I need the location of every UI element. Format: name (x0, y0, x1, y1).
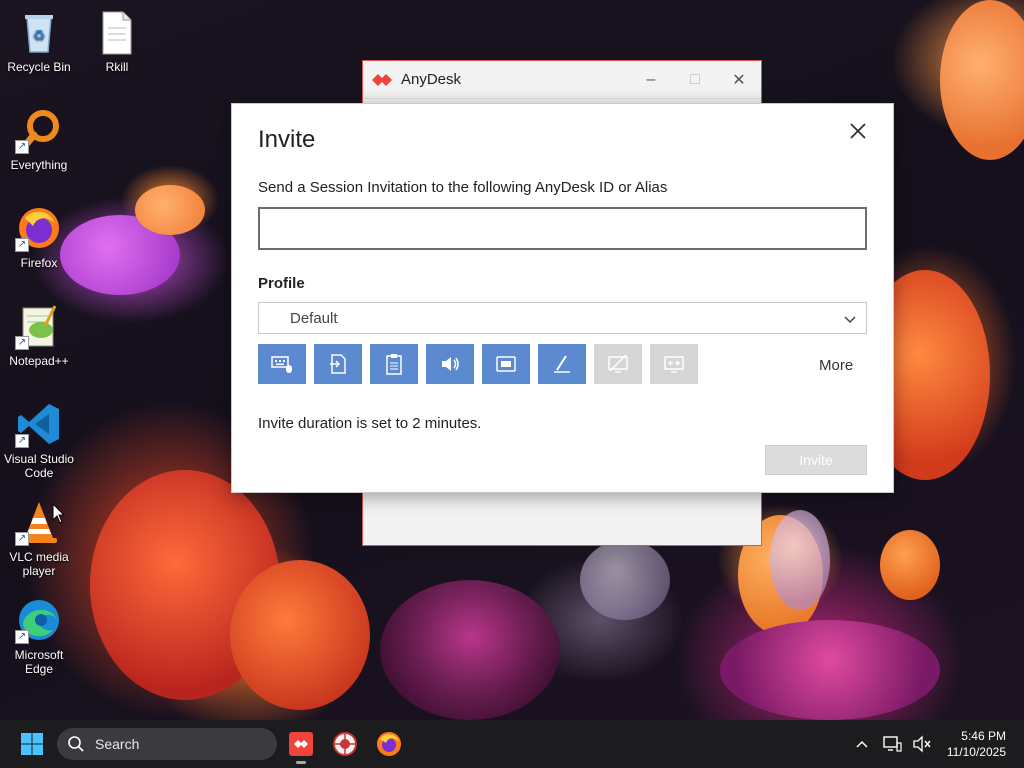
taskbar-search[interactable]: Search (57, 728, 277, 760)
vscode-icon: ↗ (15, 400, 63, 448)
invite-button[interactable]: Invite (765, 445, 867, 475)
file-transfer-icon (330, 354, 346, 374)
close-icon[interactable] (847, 120, 869, 142)
desktop-icon-label: Recycle Bin (7, 60, 71, 74)
svg-text:♻: ♻ (33, 28, 46, 44)
desktop-icon-edge[interactable]: ↗ Microsoft Edge (1, 596, 77, 676)
wallpaper-shape (880, 530, 940, 600)
desktop-icon-rkill[interactable]: Rkill (79, 8, 155, 74)
anydesk-id-input[interactable] (258, 207, 867, 250)
wallpaper-shape (580, 540, 670, 620)
taskbar-anydesk[interactable] (287, 730, 315, 764)
wallpaper-shape (380, 580, 560, 720)
keyboard-mouse-permission-button[interactable] (258, 344, 306, 384)
system-clock[interactable]: 5:46 PM 11/10/2025 (947, 728, 1006, 760)
desktop-icon-label: Microsoft Edge (14, 648, 64, 676)
anydesk-window-title: AnyDesk (401, 71, 462, 88)
desktop-icon-firefox[interactable]: ↗ Firefox (1, 204, 77, 270)
firefox-icon: ↗ (15, 204, 63, 252)
magnifier-icon: ↗ (15, 106, 63, 154)
keyboard-mouse-icon (271, 356, 292, 373)
screen-record-icon (496, 356, 516, 372)
clipboard-icon (386, 354, 402, 375)
search-icon (68, 736, 84, 752)
desktop-icon-notepad-plus-plus[interactable]: ↗ Notepad++ (1, 302, 77, 368)
search-placeholder: Search (95, 736, 140, 752)
clock-date: 11/10/2025 (946, 745, 1006, 759)
wallpaper-shape (720, 620, 940, 720)
shortcut-arrow-icon: ↗ (15, 630, 29, 644)
desktop-icon-vscode[interactable]: ↗ Visual Studio Code (1, 400, 77, 480)
invite-duration-text: Invite duration is set to 2 minutes. (258, 415, 482, 432)
privacy-screen-icon (608, 354, 628, 373)
pen-icon (554, 355, 570, 373)
anydesk-titlebar[interactable]: AnyDesk – □ ✕ (363, 61, 761, 99)
wallpaper-shape (940, 0, 1024, 160)
whiteboard-permission-button[interactable] (538, 344, 586, 384)
permission-toolbar (258, 344, 698, 384)
id-field-label: Send a Session Invitation to the followi… (258, 179, 668, 196)
wallpaper-shape (135, 185, 205, 235)
desktop-icon-label: Firefox (20, 256, 58, 270)
speaker-icon (442, 357, 459, 371)
profile-select-value: Default (290, 309, 338, 327)
active-indicator (296, 761, 306, 764)
volume-muted-icon[interactable] (911, 733, 933, 755)
invite-dialog: Invite Send a Session Invitation to the … (231, 103, 894, 493)
notepad-plus-plus-icon: ↗ (15, 302, 63, 350)
block-input-icon (664, 356, 684, 373)
screen-recording-permission-button[interactable] (482, 344, 530, 384)
recycle-bin-icon: ♻ (15, 8, 63, 56)
desktop-icon-label: Notepad++ (9, 354, 69, 368)
wallpaper-shape (230, 560, 370, 710)
windows-start-icon[interactable] (20, 732, 44, 756)
desktop-icon-recycle-bin[interactable]: ♻ Recycle Bin (1, 8, 77, 74)
anydesk-icon (289, 732, 313, 756)
shortcut-arrow-icon: ↗ (15, 434, 29, 448)
profile-label: Profile (258, 275, 305, 292)
taskbar-rkill[interactable] (331, 730, 359, 758)
profile-select[interactable]: Default (258, 302, 867, 334)
shortcut-arrow-icon: ↗ (15, 140, 29, 154)
taskbar-firefox[interactable] (375, 730, 403, 758)
edge-icon: ↗ (15, 596, 63, 644)
wallpaper-shape (770, 510, 830, 610)
file-transfer-permission-button[interactable] (314, 344, 362, 384)
block-input-permission-button[interactable] (650, 344, 698, 384)
minimize-button[interactable]: – (629, 61, 673, 99)
shortcut-arrow-icon: ↗ (15, 238, 29, 252)
document-icon (93, 8, 141, 56)
firefox-icon (377, 732, 401, 756)
close-button[interactable]: ✕ (717, 61, 761, 99)
anydesk-logo-icon (371, 69, 393, 91)
desktop-icon-label: Everything (10, 158, 68, 172)
desktop-icon-everything[interactable]: ↗ Everything (1, 106, 77, 172)
desktop-icon-label: VLC media player (9, 550, 69, 578)
chevron-up-icon[interactable] (851, 733, 873, 755)
system-tray: 5:46 PM 11/10/2025 (851, 720, 1024, 768)
shortcut-arrow-icon: ↗ (15, 336, 29, 350)
chevron-down-icon (844, 316, 856, 324)
maximize-button[interactable]: □ (673, 61, 717, 99)
mouse-cursor-icon (52, 503, 66, 524)
clipboard-permission-button[interactable] (370, 344, 418, 384)
more-link[interactable]: More (819, 357, 853, 374)
shortcut-arrow-icon: ↗ (15, 532, 29, 546)
taskbar: Search 5:46 PM 11/10/2025 (0, 720, 1024, 768)
desktop-icon-label: Visual Studio Code (4, 452, 74, 480)
desktop-icon-label: Rkill (105, 60, 129, 74)
rkill-icon (333, 732, 357, 756)
dialog-title: Invite (258, 126, 316, 153)
network-icon[interactable] (881, 733, 903, 755)
clock-time: 5:46 PM (961, 729, 1006, 743)
sound-permission-button[interactable] (426, 344, 474, 384)
privacy-mode-permission-button[interactable] (594, 344, 642, 384)
